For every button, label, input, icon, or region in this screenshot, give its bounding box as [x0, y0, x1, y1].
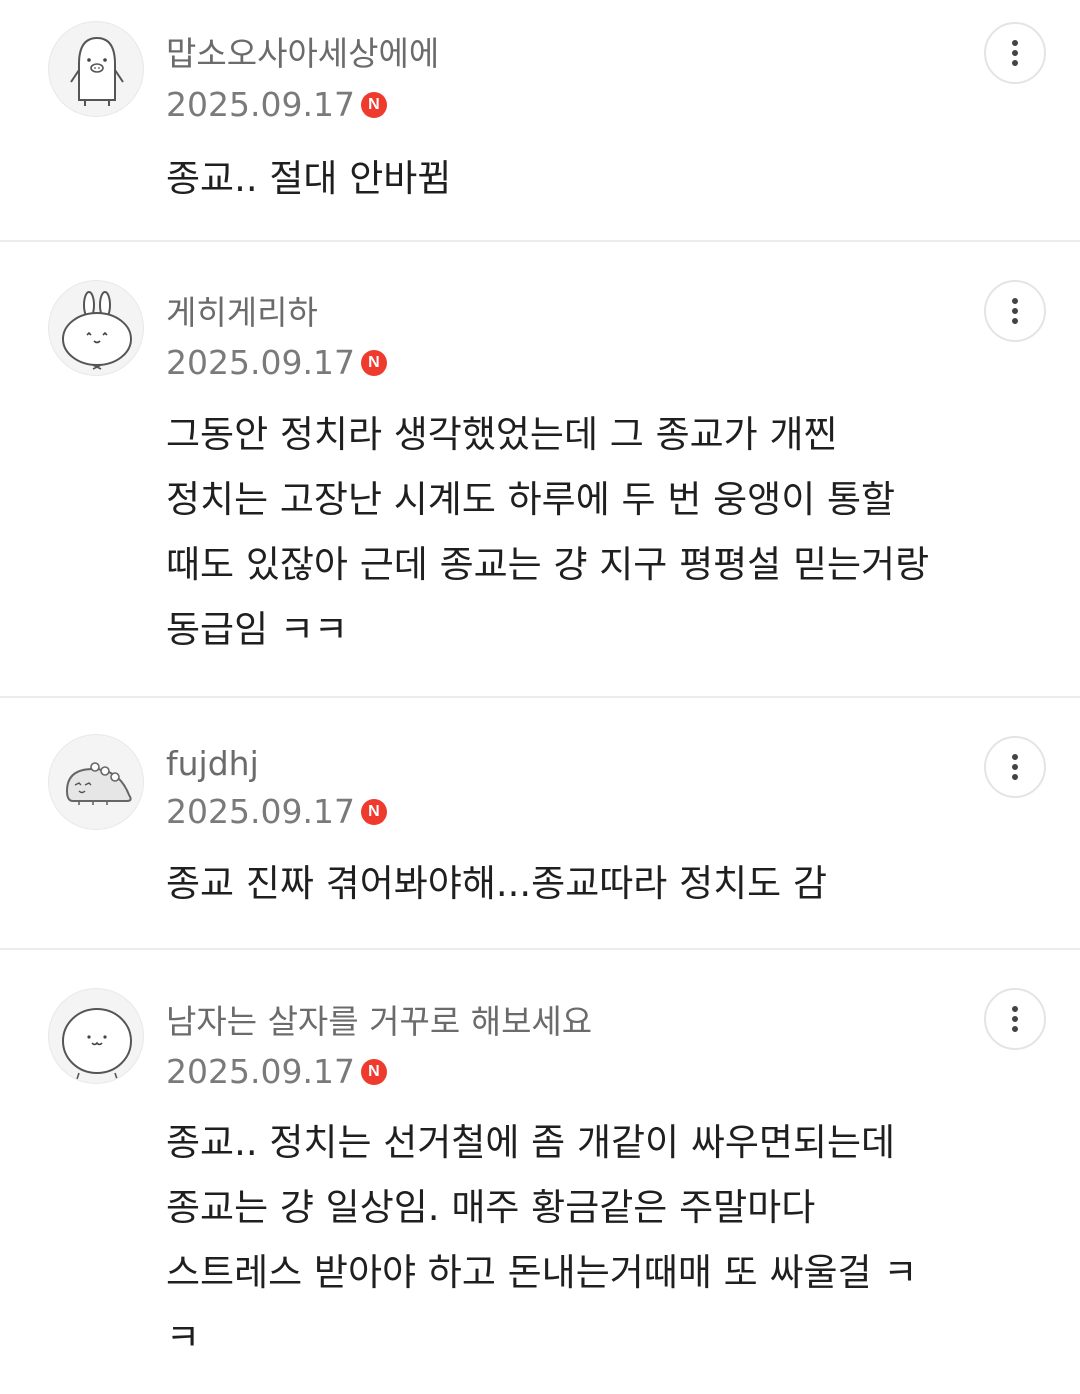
comment-item: fujdhj 2025.09.17 N 종교 진짜 겪어봐야해...종교따라 정… — [0, 698, 1080, 950]
more-options-button[interactable] — [984, 736, 1046, 798]
comment-date: 2025.09.17 — [166, 792, 355, 831]
comment-date: 2025.09.17 — [166, 85, 355, 124]
comment-date: 2025.09.17 — [166, 343, 355, 382]
more-vertical-icon — [1012, 298, 1018, 324]
new-badge-icon: N — [360, 799, 387, 825]
comment-list: 맙소오사아세상에에 2025.09.17 N 종교.. 절대 안바뀜 게히게리하… — [0, 0, 1080, 1394]
comment-line: ㅋ — [166, 1316, 201, 1359]
more-options-button[interactable] — [984, 280, 1046, 342]
comment-meta: 2025.09.17 N — [166, 1052, 387, 1092]
comment-date: 2025.09.17 — [166, 1052, 355, 1091]
comment-item: 맙소오사아세상에에 2025.09.17 N 종교.. 절대 안바뀜 — [0, 0, 1080, 242]
rabbit-icon[interactable] — [48, 280, 144, 376]
comment-body: 종교 진짜 겪어봐야해...종교따라 정치도 감 — [166, 851, 1026, 916]
new-badge-icon: N — [360, 92, 387, 118]
comment-line: 종교.. 절대 안바뀜 — [166, 157, 452, 200]
comment-line: 그동안 정치라 생각했었는데 그 종교가 개찐 — [166, 413, 838, 456]
comment-body: 종교.. 절대 안바뀜 — [166, 146, 1026, 211]
comment-line: 정치는 고장난 시계도 하루에 두 번 웅앵이 통할 — [166, 478, 896, 521]
comment-nickname[interactable]: 게히게리하 — [166, 293, 318, 333]
round-character-icon[interactable] — [48, 988, 144, 1084]
more-options-button[interactable] — [984, 988, 1046, 1050]
comment-item: 남자는 살자를 거꾸로 해보세요 2025.09.17 N 종교.. 정치는 선… — [0, 950, 1080, 1394]
dinosaur-icon[interactable] — [48, 734, 144, 830]
comment-line: 동급임 ㅋㅋ — [166, 608, 348, 651]
comment-body: 종교.. 정치는 선거철에 좀 개같이 싸우면되는데 종교는 걍 일상임. 매주… — [166, 1110, 1026, 1370]
more-options-button[interactable] — [984, 22, 1046, 84]
comment-line: 종교.. 정치는 선거철에 좀 개같이 싸우면되는데 — [166, 1121, 896, 1164]
penguin-icon[interactable] — [48, 21, 144, 117]
comment-item: 게히게리하 2025.09.17 N 그동안 정치라 생각했었는데 그 종교가 … — [0, 242, 1080, 698]
comment-nickname[interactable]: 남자는 살자를 거꾸로 해보세요 — [166, 1002, 592, 1042]
comment-body: 그동안 정치라 생각했었는데 그 종교가 개찐 정치는 고장난 시계도 하루에 … — [166, 402, 1026, 662]
new-badge-icon: N — [360, 350, 387, 376]
comment-meta: 2025.09.17 N — [166, 85, 387, 125]
comment-line: 종교는 걍 일상임. 매주 황금같은 주말마다 — [166, 1186, 816, 1229]
comment-nickname[interactable]: fujdhj — [166, 744, 259, 784]
comment-line: 때도 있잖아 근데 종교는 걍 지구 평평설 믿는거랑 — [166, 543, 930, 586]
comment-meta: 2025.09.17 N — [166, 792, 387, 832]
comment-line: 종교 진짜 겪어봐야해...종교따라 정치도 감 — [166, 862, 828, 905]
more-vertical-icon — [1012, 40, 1018, 66]
comment-nickname[interactable]: 맙소오사아세상에에 — [166, 34, 439, 74]
comment-line: 스트레스 받아야 하고 돈내는거때매 또 싸울걸 ㅋ — [166, 1251, 918, 1294]
comment-meta: 2025.09.17 N — [166, 343, 387, 383]
new-badge-icon: N — [360, 1059, 387, 1085]
more-vertical-icon — [1012, 1006, 1018, 1032]
more-vertical-icon — [1012, 754, 1018, 780]
